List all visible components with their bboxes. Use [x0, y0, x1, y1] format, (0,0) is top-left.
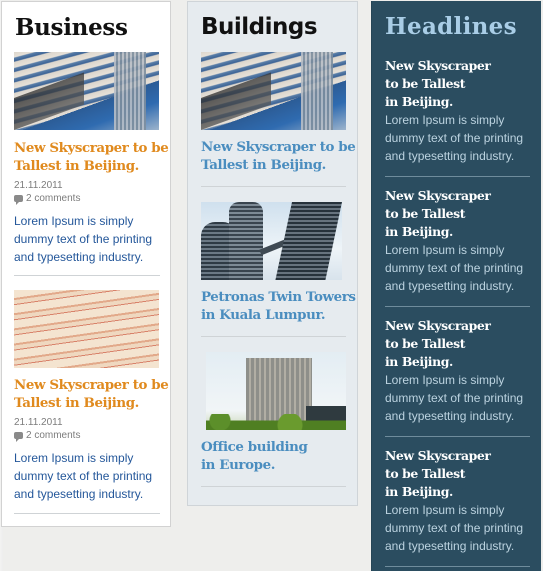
- headline-title-line[interactable]: New Skyscraper: [385, 58, 491, 73]
- business-post-1-image[interactable]: [14, 52, 159, 130]
- excerpt-line: Lorem Ipsum is simply: [14, 214, 134, 228]
- excerpt-line: Lorem Ipsum is simply: [385, 373, 505, 387]
- excerpt-line: Lorem Ipsum is simply: [385, 113, 505, 127]
- divider: [385, 566, 530, 567]
- divider: [201, 486, 346, 487]
- comment-icon: [14, 432, 23, 442]
- headlines-heading: Headlines: [385, 13, 517, 40]
- skyscraper-photo: [301, 52, 333, 130]
- tower-shape: [229, 202, 263, 280]
- business-post-1-comments[interactable]: 2 comments: [14, 192, 80, 205]
- excerpt-line: Lorem Ipsum is simply: [385, 503, 505, 517]
- post-title-line[interactable]: New Skyscraper to be: [14, 377, 169, 393]
- divider: [201, 336, 346, 337]
- comments-count[interactable]: 2 comments: [26, 429, 80, 442]
- buildings-post-1-title[interactable]: New Skyscraper to be Tallest in Beijing.: [201, 138, 356, 174]
- comment-icon: [14, 195, 23, 205]
- buildings-post-1-image[interactable]: [201, 52, 346, 130]
- business-post-2-comments[interactable]: 2 comments: [14, 429, 80, 442]
- post-title-line[interactable]: in Kuala Lumpur.: [201, 307, 326, 323]
- excerpt-line: and typesetting industry.: [385, 279, 515, 293]
- headline-2-excerpt: Lorem Ipsum is simply dummy text of the …: [385, 241, 535, 295]
- buildings-post-3-image[interactable]: [206, 352, 346, 430]
- post-title-line[interactable]: Tallest in Beijing.: [14, 395, 139, 411]
- headlines-column: Headlines New Skyscraper to be Tallest i…: [371, 1, 541, 571]
- business-post-2-excerpt: Lorem Ipsum is simply dummy text of the …: [14, 449, 152, 503]
- excerpt-line: Lorem Ipsum is simply: [14, 451, 134, 465]
- excerpt-line: and typesetting industry.: [385, 149, 515, 163]
- headline-title-line[interactable]: in Beijing.: [385, 224, 453, 239]
- business-post-2-title[interactable]: New Skyscraper to be Tallest in Beijing.: [14, 376, 169, 412]
- excerpt-line: dummy text of the printing: [385, 391, 524, 405]
- post-title-line[interactable]: Petronas Twin Towers: [201, 289, 356, 305]
- headline-title-line[interactable]: New Skyscraper: [385, 188, 491, 203]
- headline-1-title[interactable]: New Skyscraper to be Tallest in Beijing.: [385, 57, 525, 111]
- buildings-column: Buildings New Skyscraper to be Tallest i…: [187, 1, 358, 506]
- petronas-towers-photo: [275, 202, 342, 280]
- divider: [201, 186, 346, 187]
- post-title-line[interactable]: Tallest in Beijing.: [201, 157, 326, 173]
- business-post-1-date: 21.11.2011: [14, 180, 63, 191]
- headline-title-line[interactable]: to be Tallest: [385, 336, 465, 351]
- post-title-line[interactable]: in Europe.: [201, 457, 275, 473]
- building-shadow: [14, 72, 84, 130]
- business-post-2-date: 21.11.2011: [14, 417, 63, 428]
- headline-title-line[interactable]: to be Tallest: [385, 206, 465, 221]
- excerpt-line: dummy text of the printing: [14, 469, 153, 483]
- post-title-line[interactable]: New Skyscraper to be: [14, 140, 169, 156]
- divider: [385, 436, 530, 437]
- buildings-heading: Buildings: [201, 14, 318, 40]
- excerpt-line: dummy text of the printing: [385, 131, 524, 145]
- headline-1-excerpt: Lorem Ipsum is simply dummy text of the …: [385, 111, 535, 165]
- buildings-post-2-image[interactable]: [201, 202, 342, 280]
- business-column: Business New Skyscraper to be Tallest in…: [1, 1, 171, 527]
- excerpt-line: and typesetting industry.: [385, 539, 515, 553]
- headline-3-title[interactable]: New Skyscraper to be Tallest in Beijing.: [385, 317, 525, 371]
- headline-title-line[interactable]: New Skyscraper: [385, 318, 491, 333]
- headline-title-line[interactable]: in Beijing.: [385, 94, 453, 109]
- trees-shape: [206, 414, 346, 430]
- headline-title-line[interactable]: to be Tallest: [385, 76, 465, 91]
- divider: [14, 513, 160, 514]
- comments-count[interactable]: 2 comments: [26, 192, 80, 205]
- headline-title-line[interactable]: in Beijing.: [385, 354, 453, 369]
- headline-4-excerpt: Lorem Ipsum is simply dummy text of the …: [385, 501, 535, 555]
- business-post-1-title[interactable]: New Skyscraper to be Tallest in Beijing.: [14, 139, 169, 175]
- excerpt-line: dummy text of the printing: [385, 261, 524, 275]
- excerpt-line: dummy text of the printing: [385, 521, 524, 535]
- headline-2-title[interactable]: New Skyscraper to be Tallest in Beijing.: [385, 187, 525, 241]
- headline-title-line[interactable]: in Beijing.: [385, 484, 453, 499]
- excerpt-line: and typesetting industry.: [14, 250, 144, 264]
- headline-title-line[interactable]: to be Tallest: [385, 466, 465, 481]
- divider: [14, 275, 160, 276]
- headline-4-title[interactable]: New Skyscraper to be Tallest in Beijing.: [385, 447, 525, 501]
- excerpt-line: and typesetting industry.: [14, 487, 144, 501]
- headline-3-excerpt: Lorem Ipsum is simply dummy text of the …: [385, 371, 535, 425]
- divider: [385, 176, 530, 177]
- divider: [385, 306, 530, 307]
- post-title-line[interactable]: New Skyscraper to be: [201, 139, 356, 155]
- buildings-post-3-title[interactable]: Office building in Europe.: [201, 438, 308, 474]
- headline-title-line[interactable]: New Skyscraper: [385, 448, 491, 463]
- buildings-post-2-title[interactable]: Petronas Twin Towers in Kuala Lumpur.: [201, 288, 356, 324]
- skyscraper-photo: [114, 52, 146, 130]
- post-title-line[interactable]: Tallest in Beijing.: [14, 158, 139, 174]
- excerpt-line: and typesetting industry.: [385, 409, 515, 423]
- business-post-1-excerpt: Lorem Ipsum is simply dummy text of the …: [14, 212, 152, 266]
- business-post-2-image[interactable]: [14, 290, 159, 368]
- building-shadow: [201, 72, 271, 130]
- business-heading: Business: [15, 14, 128, 41]
- post-title-line[interactable]: Office building: [201, 439, 308, 455]
- excerpt-line: Lorem Ipsum is simply: [385, 243, 505, 257]
- excerpt-line: dummy text of the printing: [14, 232, 153, 246]
